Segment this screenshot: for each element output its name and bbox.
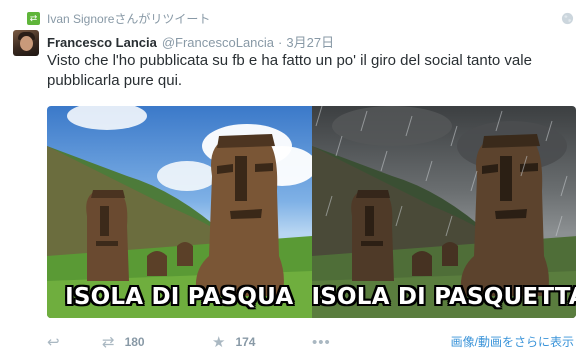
timestamp-link[interactable]: 3月27日 xyxy=(286,32,334,51)
tweet-actions: ↩ ⇄ 180 ★ 174 ••• xyxy=(47,332,342,352)
avatar[interactable] xyxy=(13,30,39,56)
retweet-context: ⇄ Ivan Signoreさんがリツイート xyxy=(27,9,210,27)
star-icon: ★ xyxy=(212,333,226,351)
favorite-button[interactable]: ★ 174 xyxy=(212,335,312,350)
left-caption: ISOLA DI PASQUA xyxy=(65,284,294,310)
right-caption: ISOLA DI PASQUETTA xyxy=(311,284,577,310)
more-button[interactable]: ••• xyxy=(312,335,342,350)
retweet-count: 180 xyxy=(124,335,145,349)
retweet-icon: ⇄ xyxy=(102,333,115,351)
tweet-header: Francesco Lancia @FrancescoLancia · 3月27… xyxy=(47,32,334,51)
separator: · xyxy=(278,35,283,50)
tweet-media[interactable]: ISOLA DI PASQUA ISOLA DI PASQUETTA xyxy=(47,106,576,318)
favorite-count: 174 xyxy=(235,335,256,349)
media-image-pasquetta[interactable]: ISOLA DI PASQUETTA xyxy=(311,106,577,318)
reply-icon: ↩ xyxy=(47,333,60,351)
retweet-button[interactable]: ⇄ 180 xyxy=(102,335,212,350)
author-handle[interactable]: @FrancescoLancia xyxy=(162,35,274,50)
retweet-icon: ⇄ xyxy=(27,11,40,25)
globe-icon[interactable] xyxy=(561,12,574,25)
view-media-link[interactable]: 画像/動画をさらに表示 xyxy=(451,333,574,350)
media-image-easter-island[interactable]: ISOLA DI PASQUA xyxy=(47,106,312,318)
retweet-context-text[interactable]: Ivan Signoreさんがリツイート xyxy=(47,10,210,27)
tweet-text: Visto che l'ho pubblicata su fb e ha fat… xyxy=(47,52,532,89)
reply-button[interactable]: ↩ xyxy=(47,335,102,350)
author-name[interactable]: Francesco Lancia xyxy=(47,35,157,50)
more-icon: ••• xyxy=(312,333,331,351)
